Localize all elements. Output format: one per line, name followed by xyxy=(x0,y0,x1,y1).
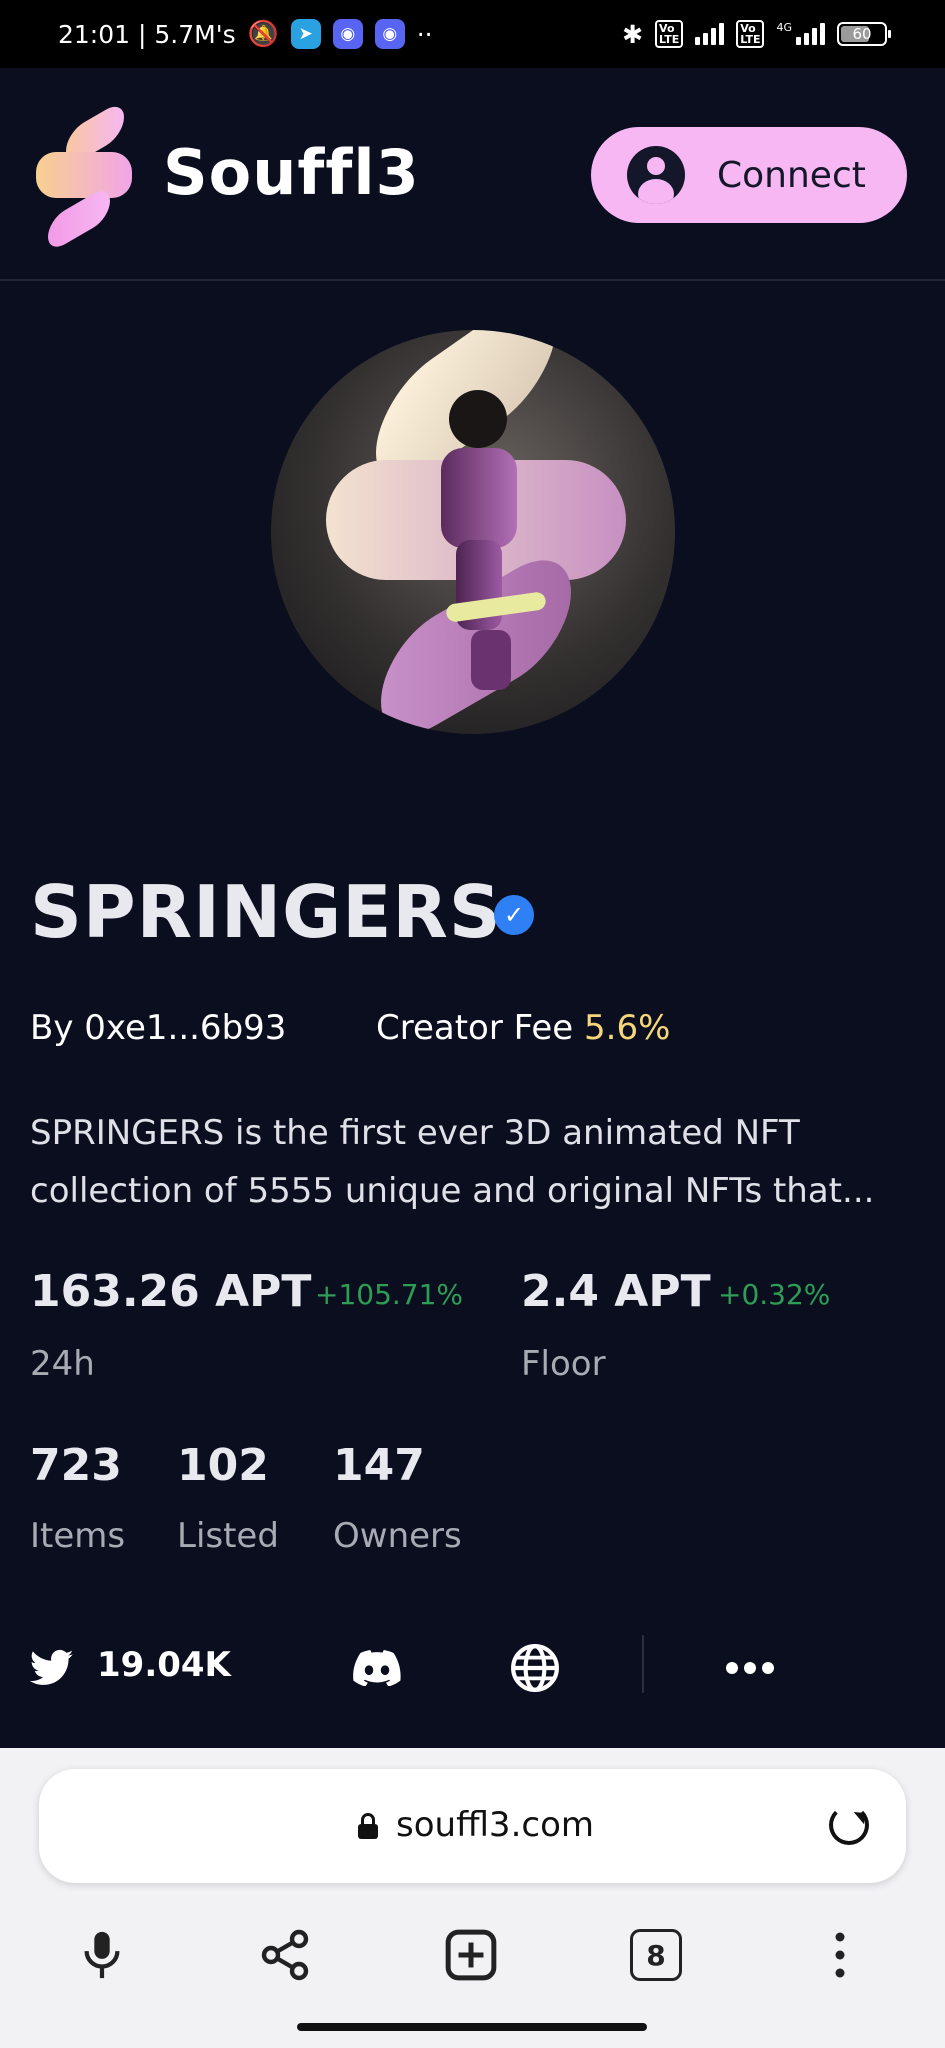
vertical-dots-icon xyxy=(835,1932,845,1978)
browser-menu-button[interactable] xyxy=(810,1925,870,1985)
tabs-button[interactable]: 8 xyxy=(626,1925,686,1985)
volume-value: 163.26 APT xyxy=(30,1266,312,1317)
volte-icon: Vo LTE xyxy=(655,20,684,48)
verified-check-icon: ✓ xyxy=(494,895,534,935)
brand-name[interactable]: Souffl3 xyxy=(163,136,420,209)
microphone-icon xyxy=(84,1931,120,1979)
floor-value: 2.4 APT xyxy=(521,1266,711,1317)
telegram-icon: ➤ xyxy=(290,19,321,49)
owners-count: 147 xyxy=(333,1440,425,1491)
listed-count: 102 xyxy=(177,1440,269,1491)
collection-title: SPRINGERS xyxy=(30,870,502,954)
status-bar: 21:01 | 5.7M's 🔕 ➤ ◉ ◉ ·· ✱ Vo LTE Vo LTE … xyxy=(0,0,945,68)
listed-label: Listed xyxy=(177,1516,279,1556)
tabs-count-icon: 8 xyxy=(630,1929,682,1981)
network-type: 4G xyxy=(776,20,792,34)
discord-link[interactable] xyxy=(353,1636,401,1700)
creator-address[interactable]: By 0xe1...6b93 xyxy=(30,1008,286,1048)
more-notifications: ·· xyxy=(416,19,433,49)
mute-icon: 🔕 xyxy=(247,19,279,48)
floor-label: Floor xyxy=(521,1344,606,1384)
items-count: 723 xyxy=(30,1440,122,1491)
url-text[interactable]: souffl3.com xyxy=(396,1805,594,1845)
share-button[interactable] xyxy=(255,1925,315,1985)
collection-description[interactable]: SPRINGERS is the first ever 3D animated … xyxy=(30,1104,920,1220)
add-tab-icon xyxy=(445,1929,497,1981)
souffl3-logo-icon[interactable] xyxy=(36,99,132,254)
website-link[interactable] xyxy=(510,1636,560,1700)
collection-avatar-image xyxy=(271,330,675,734)
volte-icon-2: Vo LTE xyxy=(736,20,765,48)
status-time: 21:01 | 5.7M's xyxy=(58,19,236,49)
connect-wallet-button[interactable]: Connect xyxy=(591,127,907,223)
creator-fee-value: 5.6% xyxy=(584,1008,671,1048)
bluetooth-icon: ✱ xyxy=(622,19,644,49)
reload-icon[interactable] xyxy=(829,1805,869,1845)
discord-notification-icon: ◉ xyxy=(332,19,363,49)
twitter-link[interactable] xyxy=(30,1636,74,1700)
tab-count: 8 xyxy=(646,1938,666,1972)
signal-icon xyxy=(695,23,725,45)
battery-icon: 60 xyxy=(837,22,891,46)
site-header: Souffl3 Connect xyxy=(0,68,945,281)
creator-fee: Creator Fee 5.6% xyxy=(376,1008,670,1048)
volume-change: +105.71% xyxy=(315,1278,464,1311)
more-icon xyxy=(726,1662,774,1674)
new-tab-button[interactable] xyxy=(441,1925,501,1985)
microphone-button[interactable] xyxy=(72,1925,132,1985)
discord-icon xyxy=(353,1650,401,1686)
lock-icon xyxy=(358,1813,378,1839)
discord-notification-icon-2: ◉ xyxy=(374,19,405,49)
volume-label: 24h xyxy=(30,1344,95,1384)
twitter-follower-count[interactable]: 19.04K xyxy=(97,1645,231,1685)
more-options-button[interactable] xyxy=(725,1636,775,1700)
signal-icon-2 xyxy=(796,23,825,45)
items-label: Items xyxy=(30,1516,126,1556)
owners-label: Owners xyxy=(333,1516,462,1556)
creator-fee-label: Creator Fee xyxy=(376,1008,574,1048)
floor-change: +0.32% xyxy=(718,1278,831,1311)
share-icon xyxy=(261,1929,309,1981)
user-icon xyxy=(627,146,685,204)
twitter-icon xyxy=(30,1649,74,1685)
home-indicator[interactable] xyxy=(297,2023,647,2031)
globe-icon xyxy=(511,1644,559,1692)
connect-label: Connect xyxy=(717,154,866,196)
social-divider xyxy=(642,1635,644,1693)
